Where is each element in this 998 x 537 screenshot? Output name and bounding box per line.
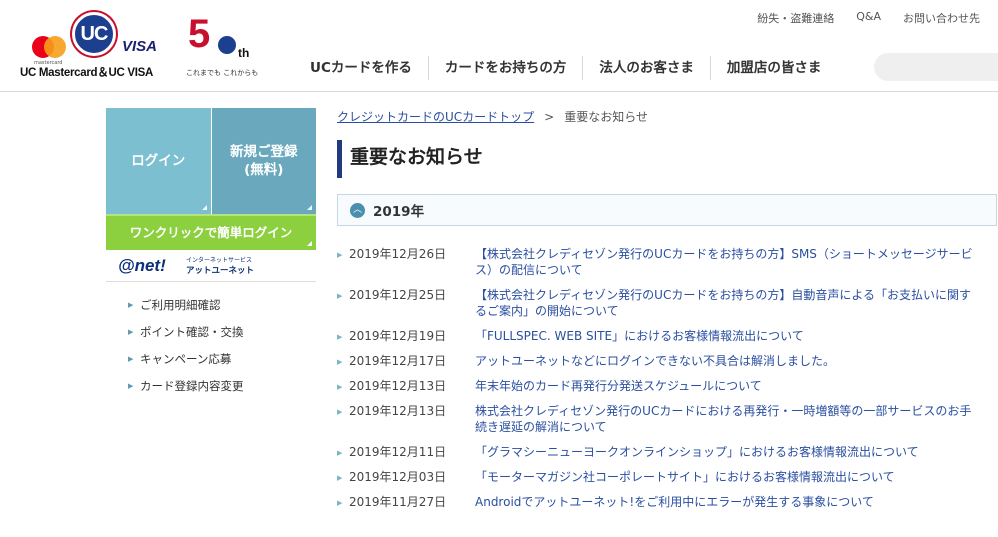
news-date: 2019年12月03日 [349,470,447,484]
utility-link-qa[interactable]: Q&A [856,10,881,26]
atnet-name: アットユーネット [186,266,255,276]
oneclick-login-label: ワンクリックで簡単ログイン [129,225,293,240]
news-title-link[interactable]: アットユーネットなどにログインできない不具合は解消しました。 [475,353,975,369]
news-item: ▶ 2019年11月27日 Androidでアットユーネット!をご利用中にエラー… [337,494,997,510]
signup-label-line2: (無料) [244,162,284,178]
signup-button-label: 新規ご登録 (無料) [230,143,298,179]
breadcrumb-current: 重要なお知らせ [564,110,648,124]
atnet-wordmark: @net! [118,256,166,275]
arrow-right-icon: ▶ [337,408,343,416]
sidebar-links: ▶ ご利用明細確認 ▶ ポイント確認・交換 ▶ キャンペーン応募 ▶ カード登録… [106,282,316,400]
news-date: 2019年12月26日 [349,247,447,261]
news-title-link[interactable]: Androidでアットユーネット!をご利用中にエラーが発生する事象について [475,494,975,510]
nav-item-cardholders[interactable]: カードをお持ちの方 [427,56,583,80]
arrow-right-icon: ▶ [128,328,134,336]
sidebar-item-statement[interactable]: ▶ ご利用明細確認 [106,292,316,319]
news-item: ▶ 2019年12月26日 【株式会社クレディセゾン発行のUCカードをお持ちの方… [337,246,997,278]
signup-label-line1: 新規ご登録 [230,144,298,160]
login-button-label: ログイン [131,153,186,169]
arrow-right-icon: ▶ [337,292,343,300]
main-content: クレジットカードのUCカードトップ > 重要なお知らせ 重要なお知らせ ︿ 2019… [337,108,997,519]
atnet-subtitle: インターネットサービス [186,257,253,264]
news-title-link[interactable]: 【株式会社クレディセゾン発行のUCカードをお持ちの方】SMS（ショートメッセージ… [475,246,975,278]
sidebar-item-label: キャンペーン応募 [140,352,232,366]
news-title-link[interactable]: 「モーターマガジン社コーポレートサイト」におけるお客様情報流出について [475,469,975,485]
chevron-up-icon: ︿ [350,203,365,218]
brand-tagline: UC Mastercard＆UC VISA [20,67,154,79]
nav-item-merchants[interactable]: 加盟店の皆さま [709,56,838,80]
news-date: 2019年11月27日 [349,495,447,509]
news-item: ▶ 2019年12月17日 アットユーネットなどにログインできない不具合は解消し… [337,353,997,369]
arrow-right-icon: ▶ [337,383,343,391]
sidebar-item-card-info[interactable]: ▶ カード登録内容変更 [106,373,316,400]
login-button[interactable]: ログイン [106,108,212,214]
news-item: ▶ 2019年12月19日 「FULLSPEC. WEB SITE」におけるお客… [337,328,997,344]
arrow-right-icon: ▶ [128,301,134,309]
breadcrumb-separator: > [544,110,555,124]
page-title: 重要なお知らせ [337,140,997,178]
uc-logo-icon: UC [72,12,116,56]
utility-link-contact[interactable]: お問い合わせ先 [903,10,980,26]
utility-links: 紛失・盗難連絡 Q&A お問い合わせ先 [735,10,980,26]
site-header: mastercard UC VISA UC Mastercard＆UC VISA… [0,0,998,92]
news-date: 2019年12月11日 [349,445,447,459]
year-label: 2019年 [373,204,425,220]
nav-item-make-card[interactable]: UCカードを作る [294,56,428,80]
visa-logo: VISA [122,38,158,55]
breadcrumb: クレジットカードのUCカードトップ > 重要なお知らせ [337,108,997,126]
news-title-link[interactable]: 「グラマシーニューヨークオンラインショップ」におけるお客様情報流出について [475,444,975,460]
arrow-right-icon: ▶ [128,355,134,363]
news-date: 2019年12月19日 [349,329,447,343]
utility-link-lost-stolen[interactable]: 紛失・盗難連絡 [757,10,834,26]
search-input[interactable] [874,53,998,81]
uc-brand-logo[interactable]: mastercard UC VISA UC Mastercard＆UC VISA [20,10,170,80]
arrow-right-icon: ▶ [337,251,343,259]
news-title-link[interactable]: 「FULLSPEC. WEB SITE」におけるお客様情報流出について [475,328,975,344]
anniversary-logo: 5 th これまでも これからも [186,10,259,80]
mastercard-logo-icon [32,36,66,58]
anniversary-ball-icon [218,36,236,54]
year-accordion-header[interactable]: ︿ 2019年 [337,194,997,226]
anniversary-number: 5 [188,12,211,56]
corner-arrow-icon [307,205,312,210]
news-date: 2019年12月13日 [349,404,447,418]
sidebar-item-points[interactable]: ▶ ポイント確認・交換 [106,319,316,346]
nav-item-corporate[interactable]: 法人のお客さま [582,56,710,80]
main-nav: UCカードを作る カードをお持ちの方 法人のお客さま 加盟店の皆さま [294,56,837,80]
signup-button[interactable]: 新規ご登録 (無料) [211,108,316,214]
sidebar: ログイン 新規ご登録 (無料) ワンクリックで簡単ログイン @net! インター… [106,108,316,400]
news-item: ▶ 2019年12月11日 「グラマシーニューヨークオンラインショップ」における… [337,444,997,460]
arrow-right-icon: ▶ [337,358,343,366]
news-date: 2019年12月13日 [349,379,447,393]
arrow-right-icon: ▶ [337,474,343,482]
arrow-right-icon: ▶ [128,382,134,390]
news-date: 2019年12月17日 [349,354,447,368]
arrow-right-icon: ▶ [337,499,343,507]
news-title-link[interactable]: 【株式会社クレディセゾン発行のUCカードをお持ちの方】自動音声による「お支払いに… [475,287,975,319]
corner-arrow-icon [307,241,312,246]
login-tiles: ログイン 新規ご登録 (無料) [106,108,316,214]
news-item: ▶ 2019年12月13日 株式会社クレディセゾン発行のUCカードにおける再発行… [337,403,997,435]
sidebar-item-campaign[interactable]: ▶ キャンペーン応募 [106,346,316,373]
news-date: 2019年12月25日 [349,288,447,302]
arrow-right-icon: ▶ [337,449,343,457]
news-item: ▶ 2019年12月03日 「モーターマガジン社コーポレートサイト」におけるお客… [337,469,997,485]
breadcrumb-home-link[interactable]: クレジットカードのUCカードトップ [337,110,534,124]
news-item: ▶ 2019年12月13日 年末年始のカード再発行分発送スケジュールについて [337,378,997,394]
news-list: ▶ 2019年12月26日 【株式会社クレディセゾン発行のUCカードをお持ちの方… [337,246,997,510]
anniversary-motto: これまでも これからも [186,69,259,77]
sidebar-item-label: ご利用明細確認 [140,298,221,312]
atnet-logo[interactable]: @net! インターネットサービス アットユーネット [106,250,316,282]
news-title-link[interactable]: 年末年始のカード再発行分発送スケジュールについて [475,378,975,394]
oneclick-login-button[interactable]: ワンクリックで簡単ログイン [106,214,316,250]
corner-arrow-icon [201,205,207,210]
sidebar-item-label: カード登録内容変更 [140,379,244,393]
anniversary-suffix: th [238,46,250,60]
sidebar-item-label: ポイント確認・交換 [140,325,244,339]
news-item: ▶ 2019年12月25日 【株式会社クレディセゾン発行のUCカードをお持ちの方… [337,287,997,319]
news-title-link[interactable]: 株式会社クレディセゾン発行のUCカードにおける再発行・一時増額等の一部サービスの… [475,403,975,435]
arrow-right-icon: ▶ [337,333,343,341]
